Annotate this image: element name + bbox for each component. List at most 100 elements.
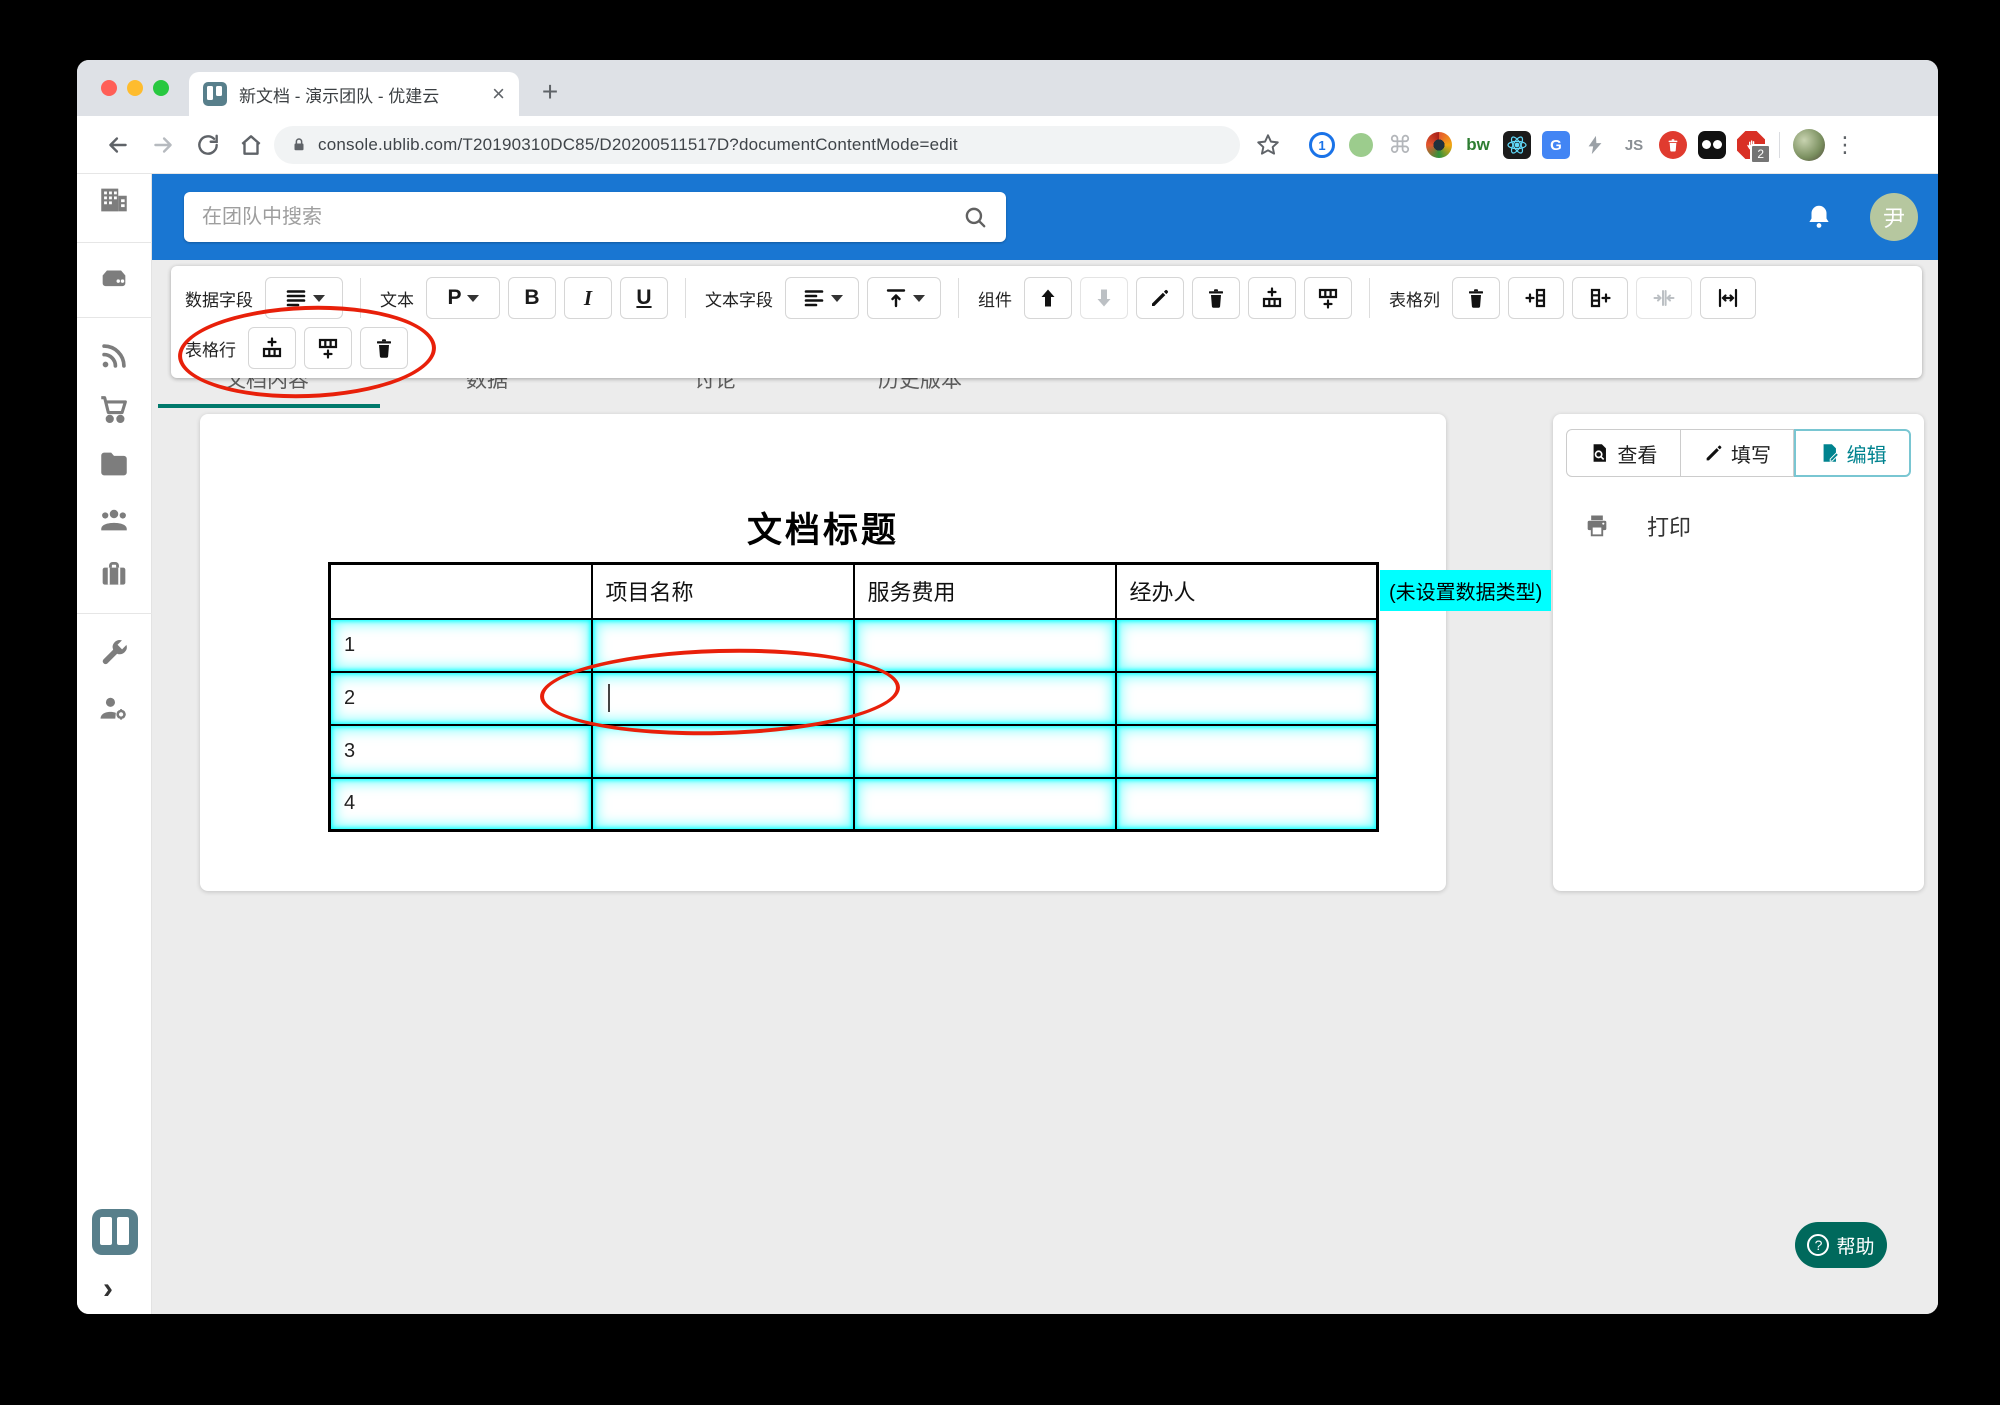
add-component-below-button[interactable]	[1304, 277, 1352, 319]
delete-component-button[interactable]	[1192, 277, 1240, 319]
search-icon[interactable]	[962, 204, 988, 230]
vertical-align-dropdown[interactable]	[867, 277, 941, 319]
add-component-above-button[interactable]	[1248, 277, 1296, 319]
bookmark-star-icon[interactable]	[1255, 132, 1281, 158]
edit-mode-button[interactable]: 编辑	[1794, 429, 1912, 477]
translate-extension-icon[interactable]: G	[1541, 130, 1571, 160]
lock-icon	[294, 138, 304, 151]
lightning-extension-icon[interactable]	[1580, 130, 1610, 160]
react-devtools-extension-icon[interactable]	[1502, 130, 1532, 160]
clear-cache-extension-icon[interactable]	[1658, 130, 1688, 160]
home-icon[interactable]	[238, 132, 264, 158]
caret-down-icon	[312, 294, 325, 302]
fill-mode-button[interactable]: 填写	[1680, 429, 1795, 477]
url-bar[interactable]: console.ublib.com/T20190310DC85/D2020051…	[274, 126, 1240, 164]
shortcut-extension-icon[interactable]: ⌘	[1385, 130, 1415, 160]
bitwarden-extension-icon[interactable]: bw	[1463, 130, 1493, 160]
sidebar-item-user-settings[interactable]	[97, 691, 131, 725]
zoom-window-button[interactable]	[153, 80, 169, 96]
js-toggle-extension-icon[interactable]: JS	[1619, 130, 1649, 160]
search-input[interactable]	[202, 205, 962, 229]
new-tab-button[interactable]: +	[532, 74, 568, 110]
row-number-cell[interactable]: 4	[328, 776, 593, 832]
column-width-button[interactable]	[1700, 277, 1756, 319]
table-column-label: 表格列	[1389, 290, 1440, 310]
table-data-cell[interactable]	[1114, 670, 1379, 726]
url-text: console.ublib.com/T20190310DC85/D2020051…	[318, 135, 958, 154]
close-window-button[interactable]	[101, 80, 117, 96]
app-header: 尹	[152, 174, 1938, 260]
sidebar-expand-chevron-icon[interactable]: ›	[103, 1272, 113, 1306]
document-edit-icon	[1823, 444, 1839, 462]
toolbar-row-2: 表格行	[183, 324, 1910, 372]
trash-icon	[1209, 289, 1223, 308]
table-data-cell[interactable]	[1114, 723, 1379, 779]
sidebar-item-team[interactable]	[97, 502, 131, 536]
table-data-cell[interactable]	[852, 776, 1117, 832]
table-header-cell[interactable]: 服务费用	[852, 562, 1117, 620]
green-dot-extension-icon[interactable]	[1346, 130, 1376, 160]
team-search-box[interactable]	[184, 192, 1006, 242]
view-mode-button[interactable]: 查看	[1566, 429, 1681, 477]
text-label: 文本	[380, 290, 414, 310]
edit-mode-label: 编辑	[1846, 444, 1887, 467]
back-icon[interactable]	[105, 132, 131, 158]
insert-column-right-button[interactable]	[1572, 277, 1628, 319]
browser-profile-avatar[interactable]	[1793, 129, 1825, 161]
table-data-cell[interactable]	[590, 776, 855, 832]
sidebar-item-feed[interactable]	[97, 339, 131, 373]
minimize-window-button[interactable]	[127, 80, 143, 96]
table-header-cell[interactable]: 项目名称	[590, 562, 855, 620]
sidebar-item-storage[interactable]	[97, 262, 131, 296]
main-content: 数据字段 文本 P B I U 文本字段 组件 表格列 表格行 文档内容 数据 …	[152, 260, 1938, 1314]
browser-tab[interactable]: 新文档 - 演示团队 - 优建云 ×	[189, 72, 519, 116]
print-action[interactable]: 打印	[1583, 510, 1691, 542]
data-field-label: 数据字段	[185, 290, 253, 310]
move-component-up-button[interactable]	[1024, 277, 1072, 319]
sidebar-item-tools[interactable]	[97, 636, 131, 670]
italic-button[interactable]: I	[564, 277, 612, 319]
delete-column-button[interactable]	[1452, 277, 1500, 319]
adblock-extension-icon[interactable]: 2	[1736, 130, 1771, 164]
arrow-down-icon	[1097, 289, 1111, 307]
password-manager-extension-icon[interactable]: 1	[1307, 130, 1337, 160]
underline-button[interactable]: U	[620, 277, 668, 319]
insert-row-above-icon	[1262, 287, 1282, 308]
sidebar-item-briefcase[interactable]	[97, 557, 131, 591]
text-align-dropdown[interactable]	[785, 277, 859, 319]
table-header-cell[interactable]	[328, 562, 593, 620]
help-button[interactable]: ? 帮助	[1795, 1222, 1887, 1268]
bold-button[interactable]: B	[508, 277, 556, 319]
edit-component-button[interactable]	[1136, 277, 1184, 319]
paragraph-dropdown[interactable]: P	[426, 277, 500, 319]
table-data-cell[interactable]	[1114, 617, 1379, 673]
notifications-bell-icon[interactable]	[1804, 202, 1834, 232]
browser-menu-icon[interactable]: ⋮	[1834, 132, 1856, 158]
table-data-cell[interactable]	[852, 723, 1117, 779]
insert-column-left-button[interactable]	[1508, 277, 1564, 319]
sidebar-item-cart[interactable]	[97, 392, 131, 426]
reload-icon[interactable]	[195, 132, 221, 158]
move-component-down-button[interactable]	[1080, 277, 1128, 319]
insert-column-right-icon	[1590, 288, 1611, 308]
row-number-cell[interactable]: 3	[328, 723, 593, 779]
table-data-cell[interactable]	[1114, 776, 1379, 832]
sidebar-divider	[77, 242, 152, 243]
sidebar-item-company[interactable]	[97, 183, 131, 217]
sidebar-divider	[77, 317, 152, 318]
user-avatar[interactable]: 尹	[1870, 193, 1918, 241]
dark-glasses-extension-icon[interactable]	[1697, 130, 1727, 160]
app-logo[interactable]	[92, 1209, 138, 1255]
table-data-cell[interactable]	[852, 617, 1117, 673]
row-number-cell[interactable]: 1	[328, 617, 593, 673]
sidebar-item-folder[interactable]	[97, 447, 131, 481]
extensions-row: 1 ⌘ bw G JS 2 ⋮	[1307, 128, 1856, 164]
tab-close-icon[interactable]: ×	[492, 83, 505, 105]
merge-columns-button[interactable]	[1636, 277, 1692, 319]
toolbar-separator	[1779, 132, 1780, 158]
document-title[interactable]: 文档标题	[200, 502, 1446, 553]
colorful-ring-extension-icon[interactable]	[1424, 130, 1454, 160]
table-header-cell[interactable]: 经办人	[1114, 562, 1379, 620]
forward-icon[interactable]	[150, 132, 176, 158]
mode-panel: 查看 填写 编辑 打印	[1553, 414, 1924, 891]
